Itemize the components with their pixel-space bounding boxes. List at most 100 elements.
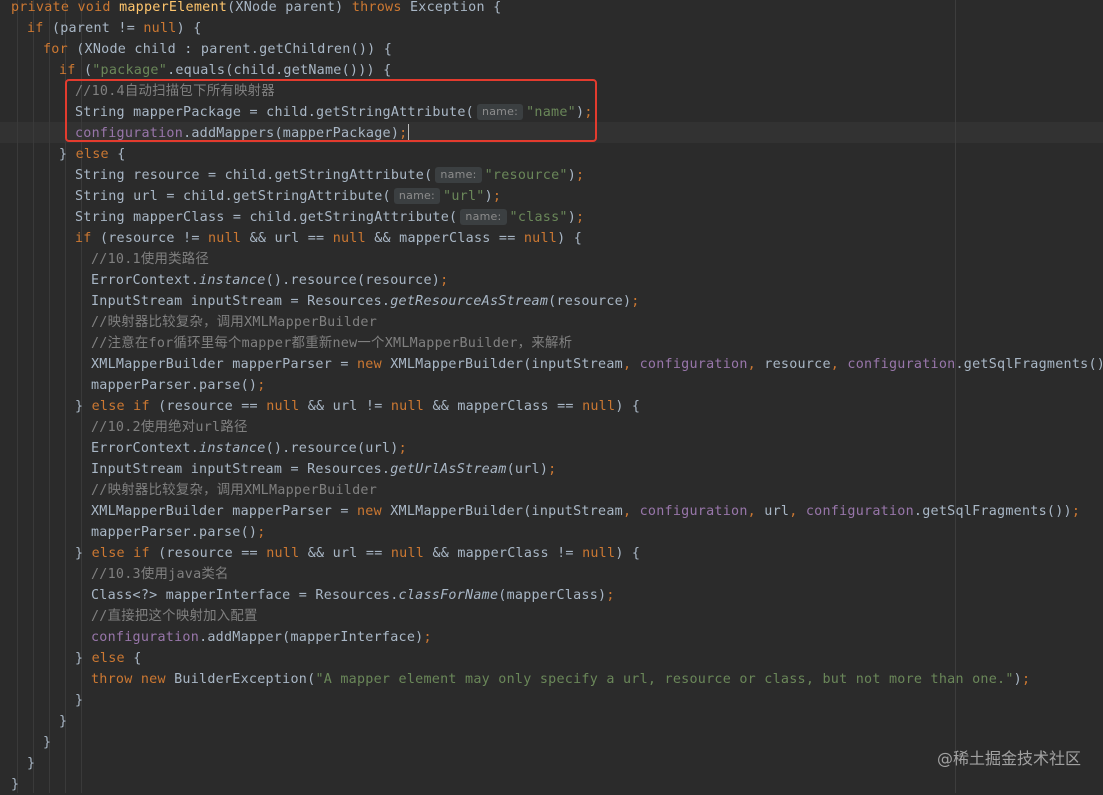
code-token: ;	[584, 105, 593, 120]
code-token: ;	[1071, 504, 1081, 519]
code-token: (url)	[506, 462, 549, 477]
code-token: "package"	[92, 63, 168, 78]
code-token: }	[75, 399, 92, 414]
code-line: XMLMapperBuilder mapperParser = new XMLM…	[91, 354, 1103, 375]
code-token: ErrorContext.	[91, 273, 200, 288]
code-line: ErrorContext.instance().resource(url);	[91, 438, 407, 459]
code-token: //10.2使用绝对url路径	[91, 420, 248, 435]
code-token: (XNode child : parent.getChildren()) {	[76, 42, 393, 57]
code-token: && url ==	[249, 231, 333, 246]
code-token: ,	[789, 504, 806, 519]
code-token: throws	[351, 0, 410, 15]
code-editor[interactable]: private void mapperElement(XNode parent)…	[0, 0, 1103, 793]
code-token: mapperParser.parse()	[91, 378, 258, 393]
parameter-hint: name:	[393, 188, 441, 204]
code-token: else	[91, 651, 134, 666]
code-token: configuration	[75, 126, 184, 141]
code-token: else if	[91, 546, 159, 561]
code-line: } else {	[75, 648, 142, 669]
code-token: url	[764, 504, 790, 519]
code-token: null	[582, 399, 616, 414]
code-line: } else if (resource == null && url != nu…	[75, 396, 640, 417]
code-token: XMLMapperBuilder mapperParser =	[91, 504, 357, 519]
code-token: mapperElement	[119, 0, 228, 15]
static-method-token: instance	[199, 441, 266, 456]
code-line: private void mapperElement(XNode parent)…	[11, 0, 501, 18]
code-token: "url"	[443, 189, 485, 204]
code-line: mapperParser.parse();	[91, 375, 266, 396]
code-token: && mapperClass !=	[432, 546, 583, 561]
code-token: }	[27, 756, 36, 771]
code-token: configuration	[639, 504, 748, 519]
code-token: .getSqlFragments())	[913, 504, 1072, 519]
code-token: throw new	[91, 672, 175, 687]
code-token: {	[117, 147, 126, 162]
code-line: for (XNode child : parent.getChildren())…	[43, 39, 392, 60]
code-token: (XNode parent)	[227, 0, 352, 15]
code-token: null	[390, 399, 433, 414]
code-line: XMLMapperBuilder mapperParser = new XMLM…	[91, 501, 1080, 522]
indent-guide	[17, 0, 18, 793]
code-token: BuilderException(	[174, 672, 316, 687]
code-token: ;	[606, 588, 615, 603]
code-token: (	[83, 63, 93, 78]
code-token: ,	[622, 504, 640, 519]
code-token: && url !=	[307, 399, 391, 414]
parameter-hint: name:	[460, 209, 507, 225]
code-token: for	[43, 42, 77, 57]
code-line: }	[59, 711, 67, 732]
code-line: mapperParser.parse();	[91, 522, 266, 543]
indent-guide	[65, 0, 66, 793]
code-token: "A mapper element may only specify a url…	[315, 672, 1014, 687]
code-token: null	[332, 231, 375, 246]
code-line: //映射器比较复杂，调用XMLMapperBuilder	[91, 480, 377, 501]
static-method-token: instance	[199, 273, 266, 288]
code-line: }	[75, 690, 83, 711]
code-token: null	[523, 231, 558, 246]
code-token: //映射器比较复杂，调用XMLMapperBuilder	[91, 483, 378, 498]
code-line: }	[11, 774, 19, 795]
code-token: String mapperPackage = child.getStringAt…	[75, 105, 474, 120]
code-token: Exception {	[410, 0, 502, 15]
code-token: private void	[11, 0, 120, 15]
code-token: mapperParser.parse()	[91, 525, 258, 540]
code-token: //10.1使用类路径	[91, 252, 210, 267]
code-line: //10.4自动扫描包下所有映射器	[75, 81, 275, 102]
code-token: null	[208, 231, 250, 246]
code-token: && mapperClass ==	[432, 399, 583, 414]
code-line: Class<?> mapperInterface = Resources.cla…	[91, 585, 615, 606]
code-token: if	[59, 63, 84, 78]
text-caret	[408, 124, 410, 140]
code-token: ) {	[557, 231, 583, 246]
code-token: null	[390, 546, 433, 561]
code-line: //10.3使用java类名	[91, 564, 229, 585]
code-token: "resource"	[484, 168, 568, 183]
code-token: String mapperClass = child.getStringAttr…	[75, 210, 458, 225]
code-line: } else {	[59, 144, 126, 165]
code-token: (resource ==	[158, 399, 267, 414]
code-token: ,	[747, 504, 765, 519]
code-token: ().resource(url)	[265, 441, 399, 456]
code-token: )	[567, 168, 577, 183]
code-token: .addMapper(mapperInterface)	[199, 630, 424, 645]
code-token: XMLMapperBuilder(inputStream	[390, 504, 623, 519]
code-token: "class"	[509, 210, 568, 225]
code-token: }	[43, 735, 52, 750]
code-token: (parent !=	[51, 21, 144, 36]
code-token: && url ==	[307, 546, 391, 561]
code-token: ;	[492, 189, 502, 204]
code-token: configuration	[847, 357, 956, 372]
code-token: //直接把这个映射加入配置	[91, 609, 258, 624]
code-token: resource	[764, 357, 831, 372]
code-token: ;	[257, 525, 266, 540]
parameter-hint: name:	[476, 104, 524, 120]
indent-guide	[33, 0, 34, 793]
code-token: ;	[576, 210, 585, 225]
code-token: XMLMapperBuilder(inputStream	[390, 357, 623, 372]
code-line: //10.1使用类路径	[91, 249, 209, 270]
code-token: if	[27, 21, 52, 36]
code-token: ) {	[176, 21, 202, 36]
code-token: ) {	[615, 399, 641, 414]
code-token: .equals(child.getName())) {	[167, 63, 392, 78]
code-token: ;	[398, 441, 407, 456]
